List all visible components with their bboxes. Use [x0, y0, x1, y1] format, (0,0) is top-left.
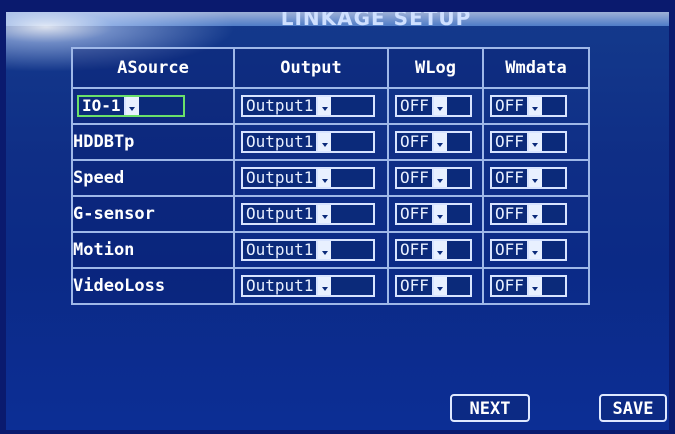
table-row: Speed Output1 OFF OFF	[71, 159, 590, 197]
chevron-down-icon	[123, 97, 139, 115]
output-cell: Output1	[233, 231, 389, 269]
wmdata-select[interactable]: OFF	[490, 131, 567, 153]
source-label: G-sensor	[71, 195, 235, 233]
wmdata-select-value: OFF	[495, 276, 524, 295]
wmdata-select[interactable]: OFF	[490, 95, 567, 117]
column-header-asource: ASource	[71, 47, 235, 89]
wmdata-cell: OFF	[482, 267, 590, 305]
source-select-value: IO-1	[82, 96, 121, 115]
wmdata-cell: OFF	[482, 159, 590, 197]
chevron-down-icon	[526, 169, 542, 187]
output-cell: Output1	[233, 195, 389, 233]
output-select[interactable]: Output1	[241, 239, 375, 261]
source-cell: IO-1	[71, 87, 235, 125]
wlog-cell: OFF	[387, 159, 484, 197]
wmdata-select-value: OFF	[495, 204, 524, 223]
chevron-down-icon	[316, 169, 332, 187]
table-row: Motion Output1 OFF OFF	[71, 231, 590, 269]
output-cell: Output1	[233, 267, 389, 305]
wmdata-select-value: OFF	[495, 132, 524, 151]
output-cell: Output1	[233, 159, 389, 197]
wmdata-select-value: OFF	[495, 168, 524, 187]
linkage-setup-screen: LINKAGE SETUP ASource Output WLog Wmdata…	[6, 12, 669, 430]
wlog-select-value: OFF	[400, 276, 429, 295]
output-cell: Output1	[233, 87, 389, 125]
output-cell: Output1	[233, 123, 389, 161]
source-label: HDDBTp	[71, 123, 235, 161]
chevron-down-icon	[526, 205, 542, 223]
chevron-down-icon	[431, 133, 447, 151]
wmdata-cell: OFF	[482, 195, 590, 233]
output-select[interactable]: Output1	[241, 95, 375, 117]
wlog-select-value: OFF	[400, 96, 429, 115]
wmdata-cell: OFF	[482, 231, 590, 269]
table-row: HDDBTp Output1 OFF OFF	[71, 123, 590, 161]
linkage-table: ASource Output WLog Wmdata IO-1 Output1	[71, 47, 590, 305]
page-title: LINKAGE SETUP	[280, 12, 472, 30]
table-row: G-sensor Output1 OFF OFF	[71, 195, 590, 233]
wlog-cell: OFF	[387, 267, 484, 305]
save-button[interactable]: SAVE	[599, 394, 667, 422]
column-header-wlog: WLog	[387, 47, 484, 89]
chevron-down-icon	[526, 133, 542, 151]
wlog-select[interactable]: OFF	[395, 203, 472, 225]
table-header-row: ASource Output WLog Wmdata	[71, 47, 590, 89]
wmdata-select-value: OFF	[495, 96, 524, 115]
wlog-select-value: OFF	[400, 132, 429, 151]
wlog-select[interactable]: OFF	[395, 239, 472, 261]
wmdata-cell: OFF	[482, 123, 590, 161]
chevron-down-icon	[431, 277, 447, 295]
wlog-cell: OFF	[387, 231, 484, 269]
chevron-down-icon	[526, 277, 542, 295]
output-select[interactable]: Output1	[241, 167, 375, 189]
chevron-down-icon	[431, 97, 447, 115]
wmdata-select[interactable]: OFF	[490, 203, 567, 225]
output-select-value: Output1	[246, 168, 314, 187]
wlog-select[interactable]: OFF	[395, 167, 472, 189]
output-select-value: Output1	[246, 240, 314, 259]
output-select-value: Output1	[246, 204, 314, 223]
output-select[interactable]: Output1	[241, 131, 375, 153]
source-label: VideoLoss	[71, 267, 235, 305]
wmdata-select[interactable]: OFF	[490, 275, 567, 297]
chevron-down-icon	[316, 205, 332, 223]
chevron-down-icon	[526, 97, 542, 115]
output-select-value: Output1	[246, 96, 314, 115]
table-row: VideoLoss Output1 OFF OFF	[71, 267, 590, 305]
source-label: Speed	[71, 159, 235, 197]
wlog-select[interactable]: OFF	[395, 275, 472, 297]
chevron-down-icon	[431, 241, 447, 259]
wlog-select[interactable]: OFF	[395, 95, 472, 117]
wlog-select-value: OFF	[400, 204, 429, 223]
column-header-wmdata: Wmdata	[482, 47, 590, 89]
column-header-output: Output	[233, 47, 389, 89]
output-select-value: Output1	[246, 276, 314, 295]
chevron-down-icon	[431, 169, 447, 187]
wmdata-select[interactable]: OFF	[490, 167, 567, 189]
next-button[interactable]: NEXT	[450, 394, 530, 422]
chevron-down-icon	[316, 133, 332, 151]
wlog-cell: OFF	[387, 87, 484, 125]
wlog-select[interactable]: OFF	[395, 131, 472, 153]
wlog-cell: OFF	[387, 123, 484, 161]
wlog-select-value: OFF	[400, 168, 429, 187]
chevron-down-icon	[431, 205, 447, 223]
wmdata-select-value: OFF	[495, 240, 524, 259]
wlog-cell: OFF	[387, 195, 484, 233]
wmdata-select[interactable]: OFF	[490, 239, 567, 261]
output-select-value: Output1	[246, 132, 314, 151]
output-select[interactable]: Output1	[241, 275, 375, 297]
chevron-down-icon	[526, 241, 542, 259]
table-row: IO-1 Output1 OFF OFF	[71, 87, 590, 125]
source-label: Motion	[71, 231, 235, 269]
chevron-down-icon	[316, 97, 332, 115]
wmdata-cell: OFF	[482, 87, 590, 125]
wlog-select-value: OFF	[400, 240, 429, 259]
chevron-down-icon	[316, 277, 332, 295]
output-select[interactable]: Output1	[241, 203, 375, 225]
source-select[interactable]: IO-1	[77, 95, 185, 117]
chevron-down-icon	[316, 241, 332, 259]
